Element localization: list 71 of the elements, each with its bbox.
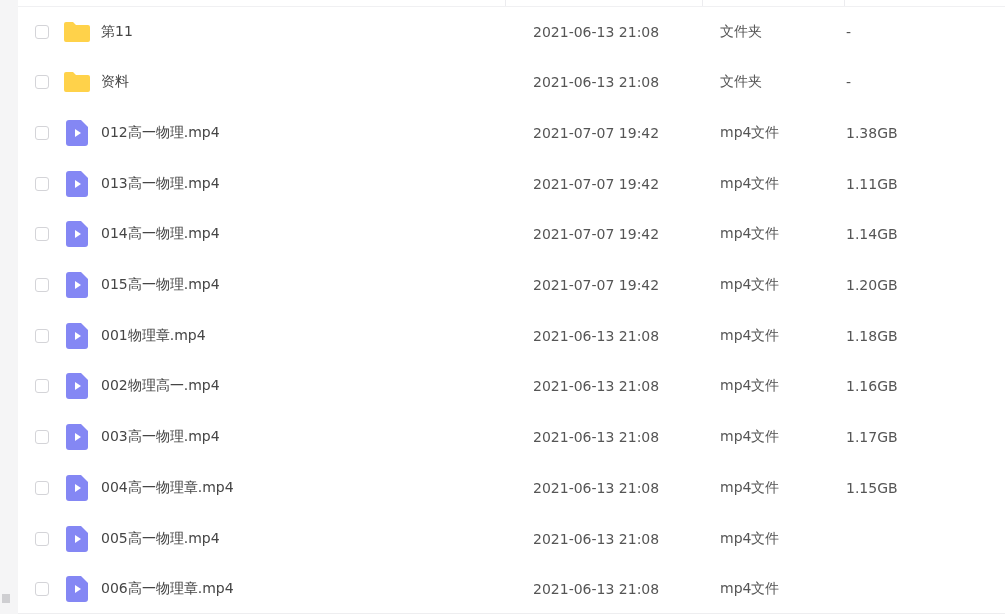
file-type: mp4文件 — [720, 326, 780, 345]
row-checkbox[interactable] — [35, 379, 49, 394]
file-size: - — [846, 23, 852, 40]
file-name[interactable]: 001物理章.mp4 — [101, 326, 206, 345]
video-file-icon — [66, 575, 88, 602]
file-type: mp4文件 — [720, 225, 780, 244]
row-checkbox[interactable] — [35, 480, 49, 495]
file-size: 1.38GB — [846, 125, 898, 142]
row-checkbox[interactable] — [35, 176, 49, 191]
modified-date: 2021-07-07 19:42 — [533, 175, 660, 192]
row-checkbox[interactable] — [35, 278, 49, 293]
modified-date: 2021-07-07 19:42 — [533, 226, 660, 243]
file-name[interactable]: 006高一物理章.mp4 — [101, 579, 234, 598]
row-checkbox[interactable] — [35, 75, 49, 90]
modified-date: 2021-06-13 21:08 — [533, 378, 660, 395]
file-size: 1.15GB — [846, 479, 898, 496]
video-file-icon — [66, 272, 88, 299]
modified-date: 2021-06-13 21:08 — [533, 23, 660, 40]
file-type: mp4文件 — [720, 579, 780, 598]
file-size: 1.20GB — [846, 277, 898, 294]
video-file-icon — [66, 474, 88, 501]
file-size: - — [846, 74, 852, 91]
file-type: mp4文件 — [720, 529, 780, 548]
modified-date: 2021-06-13 21:08 — [533, 327, 660, 344]
modified-date: 2021-07-07 19:42 — [533, 125, 660, 142]
row-checkbox[interactable] — [35, 24, 49, 39]
modified-date: 2021-07-07 19:42 — [533, 277, 660, 294]
file-name[interactable]: 015高一物理.mp4 — [101, 276, 220, 295]
modified-date: 2021-06-13 21:08 — [533, 479, 660, 496]
modified-date: 2021-06-13 21:08 — [533, 429, 660, 446]
file-name[interactable]: 005高一物理.mp4 — [101, 529, 220, 548]
file-size: 1.11GB — [846, 175, 898, 192]
modified-date: 2021-06-13 21:08 — [533, 530, 660, 547]
video-file-icon — [66, 322, 88, 349]
video-file-icon — [66, 525, 88, 552]
file-type: mp4文件 — [720, 174, 780, 193]
video-file-icon — [66, 373, 88, 400]
folder-icon — [64, 71, 90, 94]
file-type: mp4文件 — [720, 276, 780, 295]
row-checkbox[interactable] — [35, 328, 49, 343]
video-file-icon — [66, 120, 88, 147]
file-type: 文件夹 — [720, 22, 762, 41]
file-name[interactable]: 002物理高一.mp4 — [101, 377, 220, 396]
file-name[interactable]: 003高一物理.mp4 — [101, 428, 220, 447]
file-type: mp4文件 — [720, 478, 780, 497]
file-size: 1.17GB — [846, 429, 898, 446]
file-type: mp4文件 — [720, 124, 780, 143]
video-file-icon — [66, 424, 88, 451]
file-name[interactable]: 013高一物理.mp4 — [101, 174, 220, 193]
file-size: 1.16GB — [846, 378, 898, 395]
file-type: mp4文件 — [720, 377, 780, 396]
resize-handle[interactable] — [2, 594, 10, 603]
file-name[interactable]: 第11 — [101, 22, 133, 41]
file-type: mp4文件 — [720, 428, 780, 447]
video-file-icon — [66, 170, 88, 197]
file-size: 1.14GB — [846, 226, 898, 243]
file-name[interactable]: 资料 — [101, 73, 129, 92]
row-checkbox[interactable] — [35, 581, 49, 596]
row-checkbox[interactable] — [35, 126, 49, 141]
modified-date: 2021-06-13 21:08 — [533, 580, 660, 597]
file-size: 1.18GB — [846, 327, 898, 344]
video-file-icon — [66, 221, 88, 248]
file-name[interactable]: 012高一物理.mp4 — [101, 124, 220, 143]
file-type: 文件夹 — [720, 73, 762, 92]
row-checkbox[interactable] — [35, 531, 49, 546]
folder-icon — [64, 20, 90, 43]
file-name[interactable]: 004高一物理章.mp4 — [101, 478, 234, 497]
row-checkbox[interactable] — [35, 227, 49, 242]
modified-date: 2021-06-13 21:08 — [533, 74, 660, 91]
file-name[interactable]: 014高一物理.mp4 — [101, 225, 220, 244]
row-checkbox[interactable] — [35, 430, 49, 445]
